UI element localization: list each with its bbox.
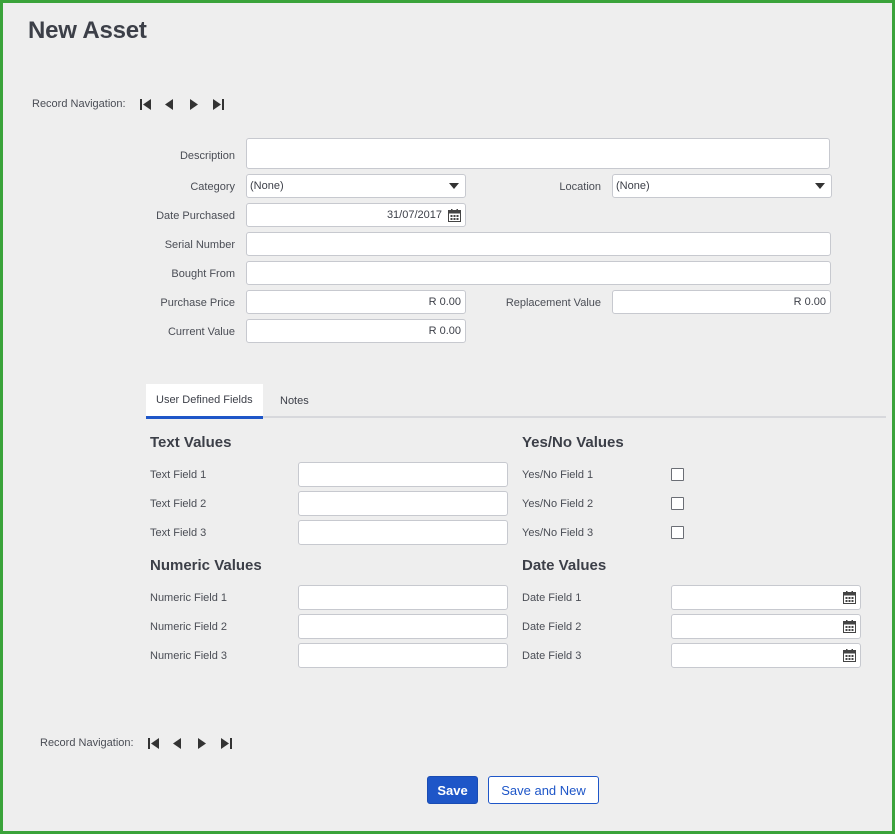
tab-notes[interactable]: Notes (270, 384, 319, 418)
description-label: Description (179, 150, 235, 162)
chevron-down-icon (815, 183, 825, 189)
record-navigation-top: Record Navigation: (32, 96, 230, 112)
replacement-value-label: Replacement Value (505, 297, 601, 309)
replacement-value-value: R 0.00 (793, 296, 826, 308)
location-value: (None) (616, 180, 650, 192)
tab-user-defined-fields[interactable]: User Defined Fields (146, 384, 263, 419)
current-value-label: Current Value (167, 326, 235, 338)
date-values-heading: Date Values (522, 557, 607, 574)
previous-record-icon[interactable] (166, 735, 190, 751)
date-field-2-label: Date Field 2 (522, 621, 582, 633)
tab-bar: User Defined Fields Notes (146, 384, 886, 419)
category-value: (None) (250, 180, 284, 192)
record-navigation-label: Record Navigation: (40, 737, 134, 749)
text-values-heading: Text Values (150, 434, 232, 451)
next-record-icon[interactable] (190, 735, 214, 751)
calendar-icon[interactable] (448, 208, 461, 222)
numeric-field-2-input[interactable] (298, 614, 508, 639)
serial-number-input[interactable] (246, 232, 831, 256)
date-field-1-label: Date Field 1 (522, 592, 582, 604)
save-and-new-button[interactable]: Save and New (488, 776, 599, 804)
yes-no-values-heading: Yes/No Values (522, 434, 624, 451)
numeric-field-3-input[interactable] (298, 643, 508, 668)
yes-no-field-2-label: Yes/No Field 2 (522, 498, 594, 510)
location-label: Location (559, 181, 601, 193)
bought-from-input[interactable] (246, 261, 831, 285)
yes-no-field-1-checkbox[interactable] (671, 468, 684, 481)
yes-no-field-3-checkbox[interactable] (671, 526, 684, 539)
first-record-icon[interactable] (134, 96, 158, 112)
purchase-price-label: Purchase Price (160, 297, 235, 309)
numeric-field-1-input[interactable] (298, 585, 508, 610)
category-select[interactable]: (None) (246, 174, 466, 198)
description-input[interactable] (246, 138, 830, 169)
numeric-values-heading: Numeric Values (150, 557, 262, 574)
yes-no-field-1-label: Yes/No Field 1 (522, 469, 594, 481)
date-purchased-input[interactable]: 31/07/2017 (246, 203, 466, 227)
location-select[interactable]: (None) (612, 174, 832, 198)
page-title: New Asset (28, 17, 147, 44)
save-button[interactable]: Save (427, 776, 478, 804)
numeric-field-1-label: Numeric Field 1 (150, 592, 228, 604)
yes-no-field-2-checkbox[interactable] (671, 497, 684, 510)
asset-form-window: New Asset Record Navigation: Description… (0, 0, 895, 834)
date-field-3-label: Date Field 3 (522, 650, 582, 662)
numeric-field-3-label: Numeric Field 3 (150, 650, 228, 662)
date-field-2-input[interactable] (671, 614, 861, 639)
yes-no-field-3-label: Yes/No Field 3 (522, 527, 594, 539)
last-record-icon[interactable] (206, 96, 230, 112)
tab-label: User Defined Fields (156, 394, 253, 406)
record-navigation-bottom: Record Navigation: (40, 735, 238, 751)
date-purchased-value: 31/07/2017 (386, 209, 442, 221)
date-field-1-input[interactable] (671, 585, 861, 610)
numeric-field-2-label: Numeric Field 2 (150, 621, 228, 633)
tab-label: Notes (280, 395, 309, 407)
calendar-icon[interactable] (843, 620, 856, 633)
record-navigation-label: Record Navigation: (32, 98, 126, 110)
serial-number-label: Serial Number (164, 239, 235, 251)
first-record-icon[interactable] (142, 735, 166, 751)
text-field-2-input[interactable] (298, 491, 508, 516)
text-field-3-label: Text Field 3 (150, 527, 207, 539)
purchase-price-value: R 0.00 (428, 296, 461, 308)
current-value-input[interactable]: R 0.00 (246, 319, 466, 343)
text-field-3-input[interactable] (298, 520, 508, 545)
calendar-icon[interactable] (843, 591, 856, 604)
next-record-icon[interactable] (182, 96, 206, 112)
date-field-3-input[interactable] (671, 643, 861, 668)
purchase-price-input[interactable]: R 0.00 (246, 290, 466, 314)
calendar-icon[interactable] (843, 649, 856, 662)
chevron-down-icon (449, 183, 459, 189)
date-purchased-label: Date Purchased (156, 210, 235, 222)
last-record-icon[interactable] (214, 735, 238, 751)
previous-record-icon[interactable] (158, 96, 182, 112)
text-field-1-input[interactable] (298, 462, 508, 487)
replacement-value-input[interactable]: R 0.00 (612, 290, 831, 314)
bought-from-label: Bought From (171, 268, 235, 280)
category-label: Category (190, 181, 235, 193)
text-field-2-label: Text Field 2 (150, 498, 207, 510)
text-field-1-label: Text Field 1 (150, 469, 207, 481)
current-value-value: R 0.00 (428, 325, 461, 337)
